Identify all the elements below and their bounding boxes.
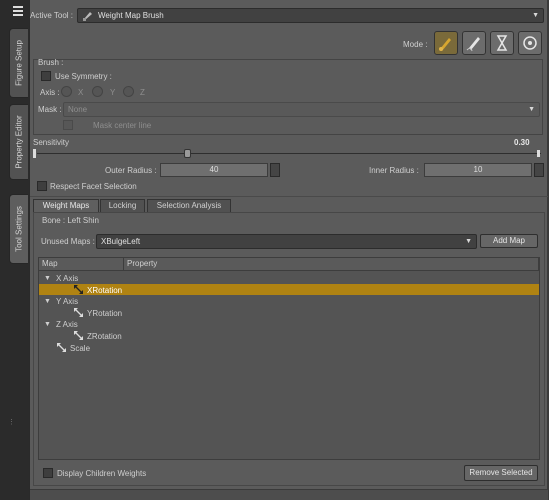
chevron-down-icon: ▼ xyxy=(528,106,535,113)
smooth-brush-icon xyxy=(466,37,480,52)
tab-figure-setup-label: Figure Setup xyxy=(14,40,24,86)
axis-x-label: X xyxy=(78,88,84,97)
axis-z-radio[interactable] xyxy=(123,86,134,97)
slider-handle[interactable] xyxy=(184,149,191,158)
mode-scale-button[interactable] xyxy=(490,31,514,55)
display-children-checkbox[interactable] xyxy=(43,468,53,478)
unused-maps-dropdown[interactable]: XBulgeLeft ▼ xyxy=(96,234,477,249)
add-map-button[interactable]: Add Map xyxy=(480,234,538,248)
outer-radius-field[interactable]: 40 xyxy=(160,163,268,177)
mask-label: Mask : xyxy=(38,105,62,114)
outer-radius-label: Outer Radius : xyxy=(105,166,157,175)
column-header-map[interactable]: Map xyxy=(39,258,124,271)
tree-row-label: Scale xyxy=(70,344,91,353)
chevron-down-icon: ▼ xyxy=(465,238,472,245)
bone-label: Bone : Left Shin xyxy=(42,216,99,225)
menu-icon xyxy=(13,6,23,16)
hourglass-icon xyxy=(496,35,508,51)
mask-center-line-label: Mask center line xyxy=(93,121,152,130)
tab-figure-setup[interactable]: Figure Setup xyxy=(9,28,28,98)
mode-paint-button[interactable] xyxy=(434,31,458,55)
sensitivity-label: Sensitivity xyxy=(33,138,70,147)
mask-center-line-checkbox[interactable] xyxy=(63,120,73,130)
axis-y-label: Y xyxy=(110,88,116,97)
outer-radius-spinner[interactable] xyxy=(270,163,280,177)
target-icon xyxy=(523,36,537,50)
unused-maps-value: XBulgeLeft xyxy=(101,237,141,246)
axis-label: Axis : xyxy=(40,88,60,97)
tab-property-editor-label: Property Editor xyxy=(14,115,24,169)
tree-row-z-axis[interactable]: ▼ Z Axis xyxy=(39,319,539,330)
tree-row-label: XRotation xyxy=(87,286,123,295)
expand-arrow-icon[interactable]: ▼ xyxy=(44,319,51,330)
axis-y-radio[interactable] xyxy=(92,86,103,97)
rotation-icon xyxy=(73,307,84,318)
bottom-edge xyxy=(30,489,548,500)
chevron-down-icon: ▼ xyxy=(532,12,539,19)
display-children-label: Display Children Weights xyxy=(57,469,147,478)
use-symmetry-label: Use Symmetry : xyxy=(55,72,112,81)
paint-brush-icon xyxy=(439,38,451,51)
active-tool-label: Active Tool : xyxy=(30,11,73,20)
tab-selection-analysis[interactable]: Selection Analysis xyxy=(147,199,231,212)
slider-max-tick xyxy=(537,150,540,157)
mode-target-button[interactable] xyxy=(518,31,542,55)
unused-maps-label: Unused Maps : xyxy=(41,237,95,246)
axis-z-label: Z xyxy=(140,88,145,97)
expand-arrow-icon[interactable]: ▼ xyxy=(44,273,51,284)
tree-row-y-axis[interactable]: ▼ Y Axis xyxy=(39,296,539,307)
sensitivity-value: 0.30 xyxy=(514,138,530,147)
remove-selected-button[interactable]: Remove Selected xyxy=(464,465,538,481)
inner-radius-spinner[interactable] xyxy=(534,163,544,177)
weight-map-tree: Map Property ▼ X Axis XRotation ▼ Y Axis… xyxy=(38,257,540,460)
expand-arrow-icon[interactable]: ▼ xyxy=(44,296,51,307)
respect-facet-label: Respect Facet Selection xyxy=(50,182,137,191)
mode-label: Mode : xyxy=(403,40,428,49)
tree-row-scale[interactable]: Scale xyxy=(39,342,539,353)
tree-row-label: Y Axis xyxy=(56,297,79,306)
sensitivity-slider[interactable] xyxy=(33,149,541,158)
tree-row-label: YRotation xyxy=(87,309,123,318)
tree-row-yrotation[interactable]: YRotation xyxy=(39,307,539,318)
mask-value: None xyxy=(68,105,88,114)
tool-settings-panel: Active Tool : Weight Map Brush ▼ Mode : … xyxy=(29,0,548,500)
tree-row-xrotation[interactable]: XRotation xyxy=(39,284,539,295)
inner-radius-field[interactable]: 10 xyxy=(424,163,532,177)
tab-locking[interactable]: Locking xyxy=(100,199,145,212)
active-tool-value: Weight Map Brush xyxy=(98,11,164,20)
mode-smooth-button[interactable] xyxy=(462,31,486,55)
respect-facet-checkbox[interactable] xyxy=(37,181,47,191)
active-tool-dropdown[interactable]: Weight Map Brush ▼ xyxy=(77,8,544,23)
rotation-icon xyxy=(73,284,84,295)
tab-property-editor[interactable]: Property Editor xyxy=(9,104,28,180)
tab-tool-settings-label: Tool Settings xyxy=(14,206,24,252)
tree-row-label: Z Axis xyxy=(56,320,78,329)
brush-group-label: Brush : xyxy=(38,58,64,67)
rotation-icon xyxy=(73,330,84,341)
tab-weight-maps[interactable]: Weight Maps xyxy=(33,199,99,212)
mask-dropdown[interactable]: None ▼ xyxy=(63,102,540,117)
resize-grip[interactable]: ⋮ xyxy=(8,418,18,428)
slider-track xyxy=(37,153,541,154)
axis-x-radio[interactable] xyxy=(61,86,72,97)
divider xyxy=(30,196,548,197)
inner-radius-label: Inner Radius : xyxy=(369,166,419,175)
weight-map-brush-icon xyxy=(82,10,93,21)
tab-tool-settings[interactable]: Tool Settings xyxy=(9,194,28,264)
tree-row-zrotation[interactable]: ZRotation xyxy=(39,330,539,341)
side-tab-strip: Figure Setup Property Editor Tool Settin… xyxy=(0,0,30,500)
tree-row-label: X Axis xyxy=(56,274,79,283)
panel-menu-icon[interactable] xyxy=(11,5,25,17)
tree-row-label: ZRotation xyxy=(87,332,122,341)
use-symmetry-checkbox[interactable] xyxy=(41,71,51,81)
tree-row-x-axis[interactable]: ▼ X Axis xyxy=(39,273,539,284)
column-header-property[interactable]: Property xyxy=(124,258,539,271)
scale-icon xyxy=(56,342,67,353)
slider-min-tick xyxy=(33,149,36,158)
